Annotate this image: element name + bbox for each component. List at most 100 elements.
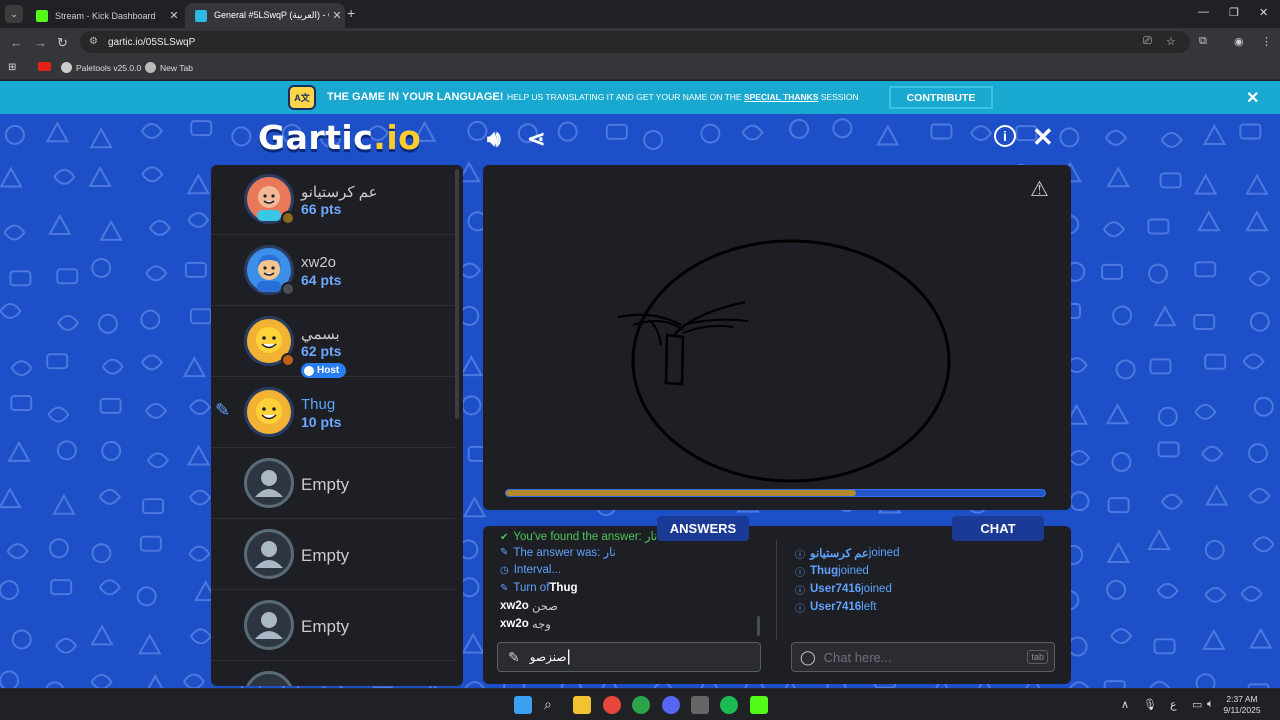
tray-chevron-icon[interactable]: ∧ xyxy=(1121,698,1129,711)
player-name: بسمي xyxy=(301,326,340,343)
xbox-icon[interactable] xyxy=(632,696,650,714)
status-dot xyxy=(281,211,295,225)
doodle-shape xyxy=(91,257,112,278)
doodle-shape xyxy=(90,673,113,688)
answers-scrollbar[interactable] xyxy=(757,616,760,636)
doodle-shape xyxy=(9,270,32,287)
browser-tab-gartic[interactable]: General #5LSwqP (العربية) - Gar ✕ xyxy=(185,3,345,28)
bookmark-paletools[interactable]: Paletools v25.0.0 xyxy=(61,62,141,73)
doodle-shape xyxy=(832,118,853,139)
doodle-shape xyxy=(1068,449,1091,466)
spotify-icon[interactable] xyxy=(720,696,738,714)
sound-icon[interactable]: 🔊︎ xyxy=(487,126,501,152)
doodle-shape xyxy=(1106,579,1127,600)
close-window-icon[interactable]: ✕ xyxy=(1259,6,1268,19)
chat-log: ⓘ عم كرستيانو joined ⓘ Thug joined ⓘ User74… xyxy=(795,544,1055,616)
doodle-shape xyxy=(98,579,121,596)
language-indicator[interactable]: ع xyxy=(1170,698,1177,711)
close-tab-icon[interactable]: ✕ xyxy=(166,9,182,22)
doodle-shape xyxy=(142,498,165,515)
doodle-shape xyxy=(98,488,121,505)
close-banner-icon[interactable]: ✕ xyxy=(1246,88,1259,108)
empty-slot[interactable]: Empty xyxy=(211,449,455,519)
status-dot xyxy=(281,353,295,367)
site-info-icon[interactable]: ⚙ xyxy=(89,36,98,47)
doodle-shape xyxy=(1197,210,1221,232)
game-area: Gartic.io 🔊︎ ⋖ i ✕ عم كرستيانو 66 pts xw… xyxy=(0,114,1280,688)
gartic-logo[interactable]: Gartic.io xyxy=(258,118,421,157)
tab-search-button[interactable]: ⌄ xyxy=(5,5,23,23)
share-icon[interactable]: ⋖ xyxy=(527,126,545,152)
doodle-shape xyxy=(47,406,70,423)
doodle-shape xyxy=(1202,123,1227,145)
reload-icon[interactable]: ↻ xyxy=(57,35,68,51)
menu-icon[interactable]: ⋮ xyxy=(1261,35,1272,48)
discord-icon[interactable] xyxy=(662,696,680,714)
bookmark-newtab[interactable]: New Tab xyxy=(145,62,193,73)
doodle-shape xyxy=(97,313,118,334)
taskbar-clock[interactable]: 2:37 AM 9/11/2025 xyxy=(1220,694,1264,716)
player-list-scrollbar[interactable] xyxy=(455,169,459,419)
info-circle-icon: ⓘ xyxy=(795,603,805,615)
restore-icon[interactable]: ❐ xyxy=(1229,6,1239,19)
apps-icon[interactable]: ⊞ xyxy=(8,62,16,73)
empty-slot[interactable] xyxy=(211,662,455,686)
player-row-drawing[interactable]: ✎ Thug 10 pts xyxy=(211,378,455,448)
app-icon[interactable] xyxy=(691,696,709,714)
doodle-shape xyxy=(4,124,25,145)
doodle-shape xyxy=(1106,541,1131,563)
doodle-shape xyxy=(0,670,20,688)
answers-log: ✔ You've found the answer: نار ✎ The answe… xyxy=(500,531,770,633)
bookmark-star-icon[interactable]: ☆ xyxy=(1166,35,1176,48)
panel-divider xyxy=(776,540,777,640)
round-timer-bar xyxy=(505,489,1046,497)
doodle-shape xyxy=(1102,221,1126,238)
special-thanks-link[interactable]: SPECIAL THANKS xyxy=(744,92,818,102)
kick-app-icon[interactable] xyxy=(750,696,768,714)
profile-avatar-icon[interactable]: ◉ xyxy=(1234,35,1244,48)
player-row[interactable]: بسمي 62 pts Host xyxy=(211,307,455,378)
player-row[interactable]: عم كرستيانو 66 pts xyxy=(211,165,455,235)
avatar xyxy=(244,387,294,437)
player-points: 62 pts xyxy=(301,343,342,359)
doodle-shape xyxy=(1252,536,1275,553)
file-explorer-icon[interactable] xyxy=(573,696,591,714)
empty-slot[interactable]: Empty xyxy=(211,591,455,661)
answer-input[interactable]: ✎ صنزصو | xyxy=(497,642,761,672)
info-icon[interactable]: i xyxy=(994,125,1016,147)
microphone-icon[interactable]: 🎙︎ xyxy=(1143,698,1157,711)
report-warning-icon[interactable]: ⚠ xyxy=(1030,177,1049,202)
network-icon[interactable]: ▭ xyxy=(1192,698,1202,711)
doodle-shape xyxy=(789,118,810,139)
minimize-icon[interactable]: — xyxy=(1198,6,1209,18)
chrome-icon[interactable] xyxy=(603,696,621,714)
close-tab-icon[interactable]: ✕ xyxy=(329,9,345,22)
cast-icon[interactable]: ⎚ xyxy=(1143,35,1152,48)
chat-input[interactable]: ◯ Chat here... tab xyxy=(791,642,1055,672)
banner-title: THE GAME IN YOUR LANGUAGE! xyxy=(327,91,504,103)
answer-message: ◷ Interval... xyxy=(500,564,562,576)
back-icon[interactable]: ← xyxy=(10,35,23,50)
doodle-shape xyxy=(1194,261,1217,278)
player-row[interactable]: xw2o 64 pts xyxy=(211,236,455,306)
exit-icon[interactable]: ✕ xyxy=(1032,122,1054,153)
doodle-shape xyxy=(1069,491,1090,512)
search-icon[interactable]: ⌕ xyxy=(544,696,562,714)
new-tab-button[interactable]: + xyxy=(347,5,355,21)
drawing-canvas[interactable]: ⚠ xyxy=(483,165,1071,510)
windows-start-icon[interactable] xyxy=(514,696,532,714)
browser-tab-kick[interactable]: Stream - Kick Dashboard ✕ xyxy=(26,3,182,28)
forward-icon[interactable]: → xyxy=(34,35,47,50)
empty-slot[interactable]: Empty xyxy=(211,520,455,590)
bookmark-youtube[interactable] xyxy=(38,62,55,71)
url-field[interactable]: ⚙ gartic.io/05SLSwqP xyxy=(80,31,1190,53)
doodle-shape xyxy=(1059,127,1080,148)
volume-icon[interactable]: 🔈︎ xyxy=(1207,698,1214,711)
doodle-shape xyxy=(190,628,213,645)
contribute-button[interactable]: CONTRIBUTE xyxy=(889,86,993,109)
doodle-shape xyxy=(741,124,764,141)
empty-avatar-icon xyxy=(244,529,294,579)
extensions-icon[interactable]: ⧉ xyxy=(1199,35,1207,48)
answer-input-value: صنزصو xyxy=(529,650,567,664)
chat-header: CHAT xyxy=(952,516,1044,541)
